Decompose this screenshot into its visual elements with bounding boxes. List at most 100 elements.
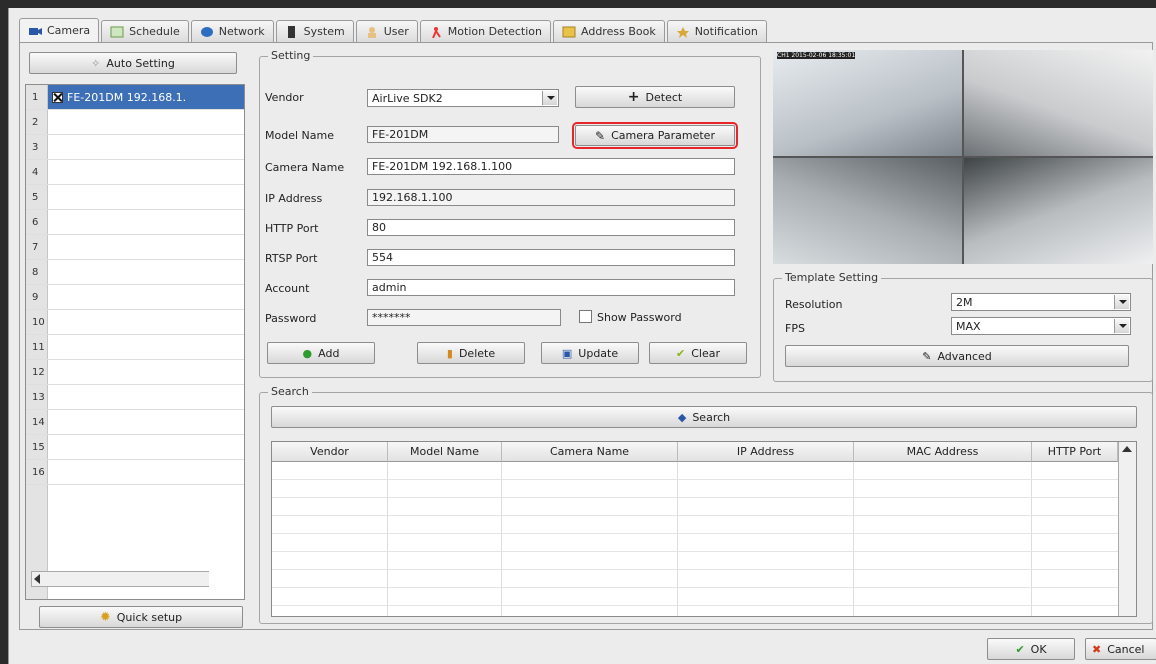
clear-button[interactable]: ✔ Clear	[649, 342, 747, 364]
tab-schedule[interactable]: Schedule	[101, 20, 189, 42]
camera-slot-2[interactable]: 2	[26, 110, 244, 135]
chevron-down-icon[interactable]	[1114, 295, 1129, 309]
camera-slot-6[interactable]: 6	[26, 210, 244, 235]
camera-slot-number: 4	[26, 160, 48, 184]
tab-label: System	[303, 25, 345, 38]
vendor-value: AirLive SDK2	[372, 91, 443, 105]
column-header-model-name[interactable]: Model Name	[388, 442, 502, 462]
camera-slot-number: 10	[26, 310, 48, 334]
chevron-down-icon[interactable]	[542, 91, 557, 105]
tab-user[interactable]: User	[355, 20, 418, 42]
resolution-value: 2M	[956, 295, 973, 309]
ip-address-field[interactable]: 192.168.1.100	[367, 189, 735, 206]
advanced-button[interactable]: ✎ Advanced	[785, 345, 1129, 367]
fps-select[interactable]: MAX	[951, 317, 1131, 335]
camera-enabled-checkbox[interactable]	[52, 91, 63, 103]
network-icon	[200, 26, 214, 38]
camera-slot-12[interactable]: 12	[26, 360, 244, 385]
camera-slot-16[interactable]: 16	[26, 460, 244, 485]
update-button[interactable]: ▣ Update	[541, 342, 639, 364]
table-row[interactable]	[272, 516, 1118, 534]
table-row[interactable]	[272, 498, 1118, 516]
table-row[interactable]	[272, 552, 1118, 570]
camera-slot-11[interactable]: 11	[26, 335, 244, 360]
password-field[interactable]: *******	[367, 309, 561, 326]
search-button[interactable]: ◆ Search	[271, 406, 1137, 428]
camera-parameter-button[interactable]: ✎ Camera Parameter	[572, 122, 738, 149]
camera-slot-5[interactable]: 5	[26, 185, 244, 210]
column-header-ip-address[interactable]: IP Address	[678, 442, 854, 462]
quick-setup-button[interactable]: ✹ Quick setup	[39, 606, 243, 628]
tab-label: Motion Detection	[447, 25, 543, 38]
vendor-select[interactable]: AirLive SDK2	[367, 89, 559, 107]
auto-setting-label: Auto Setting	[106, 56, 175, 70]
resolution-select[interactable]: 2M	[951, 293, 1131, 311]
camera-slot-number: 13	[26, 385, 48, 409]
account-field[interactable]: admin	[367, 279, 735, 296]
table-row[interactable]	[272, 588, 1118, 606]
model-name-label: Model Name	[265, 129, 334, 142]
cancel-button[interactable]: ✖ Cancel	[1085, 638, 1156, 660]
camera-slot-number: 5	[26, 185, 48, 209]
model-name-field[interactable]: FE-201DM	[367, 126, 559, 143]
add-label: Add	[318, 346, 340, 360]
tab-notification[interactable]: Notification	[666, 20, 767, 42]
add-button[interactable]: ● Add	[267, 342, 375, 364]
save-icon: ▣	[561, 346, 573, 360]
camera-slot-1[interactable]: 1 FE-201DM 192.168.1.	[26, 85, 244, 110]
camera-slot-4[interactable]: 4	[26, 160, 244, 185]
tab-system[interactable]: System	[275, 20, 354, 42]
tab-label: User	[383, 25, 409, 38]
preview-quadrant	[964, 50, 1153, 156]
scroll-up-icon[interactable]	[1122, 446, 1132, 452]
camera-slot-8[interactable]: 8	[26, 260, 244, 285]
tab-camera[interactable]: Camera	[19, 18, 100, 42]
table-row[interactable]	[272, 462, 1118, 480]
camera-slot-15[interactable]: 15	[26, 435, 244, 460]
fps-label: FPS	[785, 322, 805, 335]
camera-slot-3[interactable]: 3	[26, 135, 244, 160]
http-port-value: 80	[372, 221, 386, 234]
camera-name-field[interactable]: FE-201DM 192.168.1.100	[367, 158, 735, 175]
ok-button[interactable]: ✔ OK	[987, 638, 1075, 660]
table-scrollbar[interactable]	[1118, 442, 1136, 616]
tab-motion-detection[interactable]: Motion Detection	[419, 20, 552, 42]
cancel-label: Cancel	[1107, 642, 1145, 656]
show-password-checkbox[interactable]	[579, 310, 592, 323]
trash-icon: ▮	[446, 346, 453, 360]
account-label: Account	[265, 282, 310, 295]
column-header-mac-address[interactable]: MAC Address	[854, 442, 1032, 462]
advanced-label: Advanced	[937, 349, 992, 363]
rtsp-port-field[interactable]: 554	[367, 249, 735, 266]
auto-setting-button[interactable]: ✧ Auto Setting	[29, 52, 237, 74]
camera-slot-10[interactable]: 10	[26, 310, 244, 335]
scroll-left-icon[interactable]	[34, 574, 40, 584]
camera-slot-number: 14	[26, 410, 48, 434]
column-header-http-port[interactable]: HTTP Port	[1032, 442, 1118, 462]
table-row[interactable]	[272, 534, 1118, 552]
column-header-vendor[interactable]: Vendor	[272, 442, 388, 462]
tab-network[interactable]: Network	[190, 20, 274, 42]
chevron-down-icon[interactable]	[1114, 319, 1129, 333]
table-row[interactable]	[272, 480, 1118, 498]
camera-slot-number: 8	[26, 260, 48, 284]
plus-icon: +	[627, 89, 640, 105]
tab-address-book[interactable]: Address Book	[553, 20, 665, 42]
tab-label: Camera	[47, 24, 91, 37]
camera-slot-9[interactable]: 9	[26, 285, 244, 310]
preview-timestamp: CH1 2015-02-06 18:35:01	[777, 52, 856, 59]
camera-slot-number: 3	[26, 135, 48, 159]
resolution-label: Resolution	[785, 298, 843, 311]
http-port-field[interactable]: 80	[367, 219, 735, 236]
column-header-camera-name[interactable]: Camera Name	[502, 442, 678, 462]
camera-slot-number: 6	[26, 210, 48, 234]
camera-slot-14[interactable]: 14	[26, 410, 244, 435]
table-row[interactable]	[272, 570, 1118, 588]
column-header-label: HTTP Port	[1047, 445, 1102, 458]
camera-slot-13[interactable]: 13	[26, 385, 244, 410]
camera-preview[interactable]: CH1 2015-02-06 18:35:01	[773, 50, 1153, 264]
camera-slot-7[interactable]: 7	[26, 235, 244, 260]
camera-list-scrollbar[interactable]	[31, 571, 209, 587]
delete-button[interactable]: ▮ Delete	[417, 342, 525, 364]
detect-button[interactable]: + Detect	[575, 86, 735, 108]
